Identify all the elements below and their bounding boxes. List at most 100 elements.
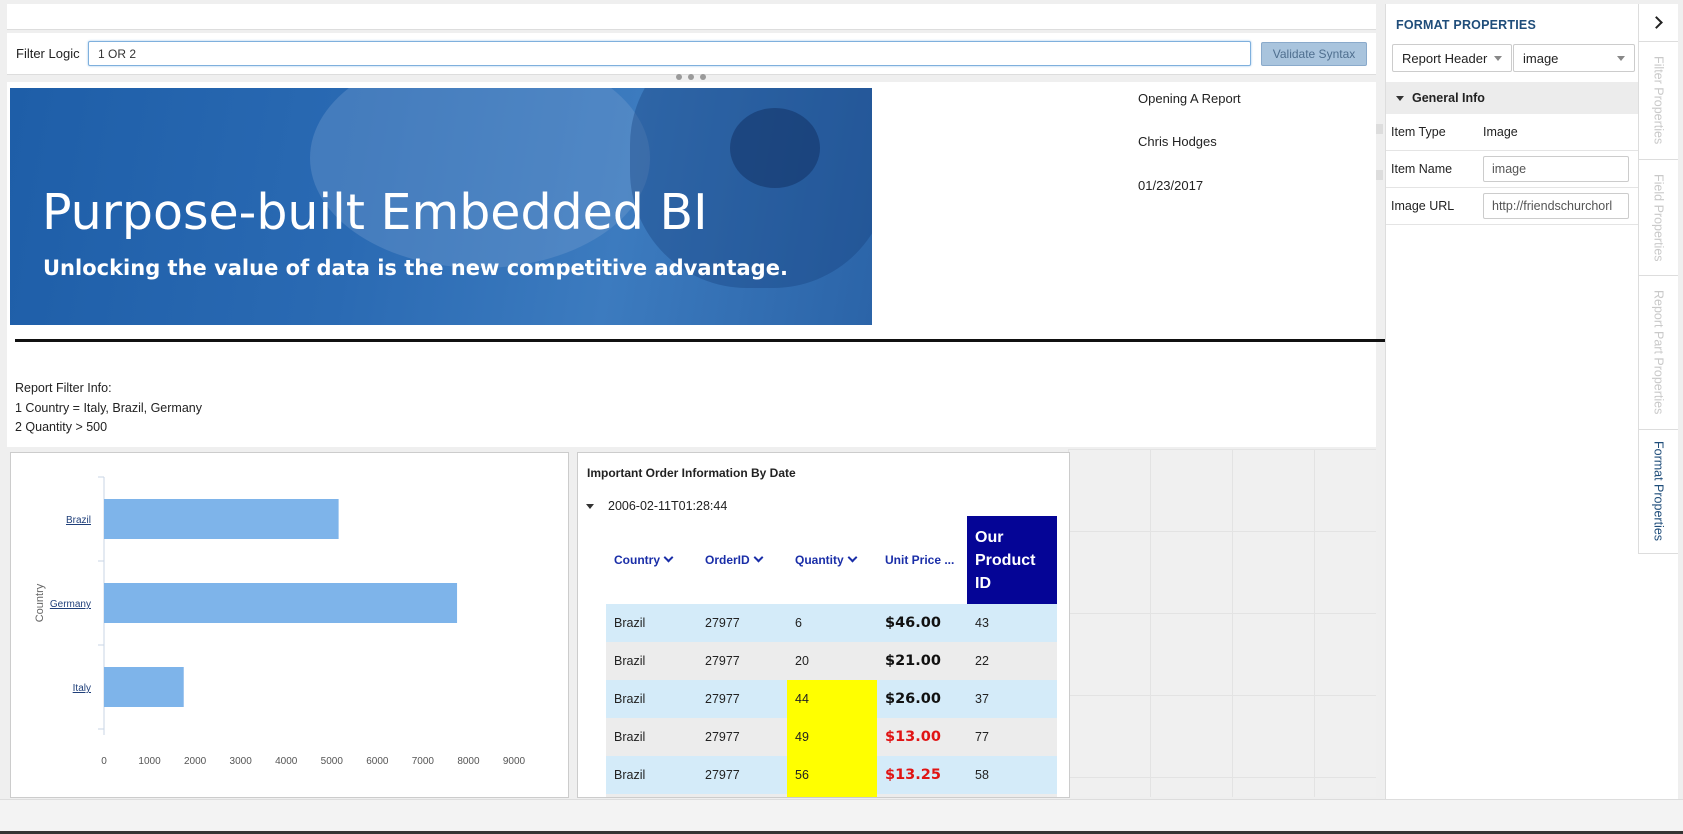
x-tick-label: 0 [101,756,107,767]
group-date: 2006-02-11T01:28:44 [608,499,728,513]
category-label: Brazil [66,515,91,526]
scroll-marker [1376,170,1383,180]
scroll-marker [1376,124,1383,134]
chevron-down-icon[interactable] [663,552,674,563]
tab-report-part-properties[interactable]: Report Part Properties [1638,276,1678,430]
column-header-quantity[interactable]: Quantity [787,516,877,604]
cell-product-id: 58 [967,756,1057,794]
table-row[interactable]: Brazil 27977 49 $13.00 77 [606,718,1057,756]
collapse-caret-icon [1396,95,1404,101]
cell-country: Brazil [606,756,697,794]
side-tab-strip: Filter Properties Field Properties Repor… [1638,4,1678,799]
category-label: Germany [50,599,91,610]
cell-product-id: 37 [967,680,1057,718]
cell-unit-price: $21.00 [877,642,967,680]
report-date-text: 01/23/2017 [1138,178,1204,193]
resize-handle[interactable] [676,74,706,82]
table-row[interactable]: Brazil 27977 56 $13.25 58 [606,756,1057,794]
bar[interactable] [104,499,339,539]
prop-item-name: Item Name [1386,151,1639,188]
bar-chart: Brazil Germany Italy 0 1000 2000 3000 4000 5000 6… [34,476,526,767]
format-panel-title: FORMAT PROPERTIES [1396,18,1536,32]
cell-quantity: 44 [787,680,877,718]
table-title: Important Order Information By Date [587,466,796,480]
bar[interactable] [104,667,184,707]
x-tick-label: 2000 [184,756,207,767]
status-bar [0,799,1683,834]
tab-format-properties[interactable]: Format Properties [1638,430,1678,554]
table-row[interactable]: Brazil 27977 6 $46.00 43 [606,604,1057,642]
report-header-image[interactable]: Purpose-built Embedded BI Unlocking the … [10,88,872,325]
top-toolbar [7,4,1376,30]
cell-product-id: 22 [967,642,1057,680]
cell-unit-price: $26.00 [877,680,967,718]
cell-unit-price [877,794,967,797]
x-tick-label: 7000 [412,756,435,767]
tab-field-properties[interactable]: Field Properties [1638,160,1678,276]
column-header-product-id[interactable]: Our Product ID [967,516,1057,604]
item-name-input[interactable] [1483,156,1629,182]
x-tick-label: 9000 [503,756,526,767]
report-filter-info: Report Filter Info: 1 Country = Italy, B… [15,379,202,438]
column-header-orderid[interactable]: OrderID [697,516,787,604]
cell-orderid: 27977 [697,680,787,718]
design-grid [1068,449,1376,797]
prop-image-url: Image URL [1386,188,1639,225]
cell-product-id [967,794,1057,797]
cell-product-id: 43 [967,604,1057,642]
cell-unit-price: $46.00 [877,604,967,642]
x-tick-label: 5000 [321,756,344,767]
table-row[interactable]: Brazil 27977 44 $26.00 37 [606,680,1057,718]
app-root: Filter Logic Validate Syntax Purpose-bui… [0,0,1683,834]
table-row[interactable] [606,794,1057,797]
category-label: Italy [73,683,91,694]
bar[interactable] [104,583,458,623]
report-canvas: Purpose-built Embedded BI Unlocking the … [7,82,1389,447]
order-table-panel[interactable]: Important Order Information By Date 2006… [577,452,1070,798]
collapse-panel-button[interactable] [1638,4,1678,42]
dropdown-arrow-icon [1494,55,1502,61]
banner-title: Purpose-built Embedded BI [42,184,708,241]
cell-orderid: 27977 [697,604,787,642]
general-info-section[interactable]: General Info [1386,82,1639,114]
cell-orderid: 27977 [697,756,787,794]
cell-unit-price: $13.00 [877,718,967,756]
filter-logic-bar: Filter Logic Validate Syntax [7,33,1376,75]
dropdown-arrow-icon [1617,55,1625,61]
image-url-input[interactable] [1483,193,1629,219]
cell-country: Brazil [606,680,697,718]
report-author-text: Chris Hodges [1138,134,1217,149]
header-divider [15,339,1389,342]
filter-logic-input[interactable] [88,41,1251,66]
item-select[interactable]: image [1513,44,1635,72]
cell-orderid: 27977 [697,642,787,680]
cell-country: Brazil [606,718,697,756]
cell-quantity: 56 [787,756,877,794]
chevron-right-icon [1650,16,1663,29]
collapse-caret-icon[interactable] [586,503,594,509]
format-properties-panel: FORMAT PROPERTIES Report Header image Ge… [1385,4,1639,799]
prop-item-type: Item Type Image [1386,114,1639,151]
bar-chart-panel[interactable]: Brazil Germany Italy 0 1000 2000 3000 4000 5000 6… [10,452,569,798]
x-tick-label: 1000 [138,756,161,767]
cell-quantity: 6 [787,604,877,642]
group-header-row[interactable]: 2006-02-11T01:28:44 [586,499,727,513]
column-header-country[interactable]: Country [606,516,697,604]
x-tick-label: 3000 [230,756,253,767]
cell-quantity [787,794,877,797]
report-title-text: Opening A Report [1138,91,1241,106]
chevron-down-icon[interactable] [753,552,764,563]
cell-quantity: 49 [787,718,877,756]
cell-unit-price: $13.25 [877,756,967,794]
tab-filter-properties[interactable]: Filter Properties [1638,42,1678,160]
validate-syntax-button[interactable]: Validate Syntax [1261,41,1367,66]
cell-country [606,794,697,797]
x-tick-label: 8000 [457,756,480,767]
filter-info-line: 1 Country = Italy, Brazil, Germany [15,400,202,415]
filter-logic-label: Filter Logic [16,46,80,61]
filter-info-line: 2 Quantity > 500 [15,420,108,434]
section-select[interactable]: Report Header [1392,44,1512,72]
chevron-down-icon[interactable] [847,552,858,563]
table-row[interactable]: Brazil 27977 20 $21.00 22 [606,642,1057,680]
column-header-unit-price[interactable]: Unit Price ... [877,516,967,604]
